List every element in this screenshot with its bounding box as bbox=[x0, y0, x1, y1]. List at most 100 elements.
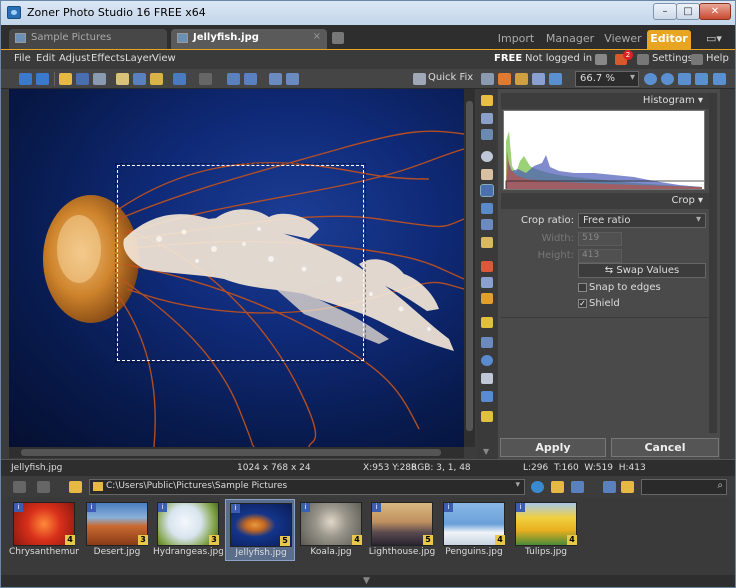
panel-scrollbar[interactable] bbox=[709, 93, 717, 433]
collapse-arrow-icon[interactable]: ▼ bbox=[363, 576, 370, 586]
nav-forward-icon[interactable] bbox=[37, 481, 50, 493]
chevron-down-icon[interactable]: ▼ bbox=[483, 447, 489, 456]
perspective-icon[interactable] bbox=[481, 219, 493, 230]
cancel-button[interactable]: Cancel bbox=[611, 438, 719, 457]
print-tool-icon[interactable] bbox=[481, 113, 493, 124]
shapes-icon[interactable] bbox=[481, 373, 493, 384]
scrollbar-thumb[interactable] bbox=[466, 101, 473, 431]
menu-edit[interactable]: Edit bbox=[36, 53, 55, 64]
folder-up-icon[interactable] bbox=[69, 481, 82, 493]
thumbnail-chrysanthemum[interactable]: i 4 Chrysanthemum... bbox=[9, 499, 79, 561]
crop-ratio-select[interactable]: Free ratio ▾ bbox=[578, 213, 706, 228]
height-field[interactable]: 413 bbox=[578, 249, 622, 263]
refresh-icon[interactable] bbox=[531, 481, 544, 493]
tab-jellyfish[interactable]: Jellyfish.jpg × bbox=[171, 29, 327, 49]
mode-tab-manager[interactable]: Manager bbox=[542, 30, 598, 49]
mode-tab-viewer[interactable]: Viewer bbox=[601, 30, 645, 49]
compare-icon[interactable] bbox=[286, 73, 299, 85]
back-arrow-icon[interactable] bbox=[19, 73, 32, 85]
print-icon[interactable] bbox=[93, 73, 106, 85]
brush-icon[interactable] bbox=[481, 317, 493, 328]
thumbnail-tulips[interactable]: i 4 Tulips.jpg bbox=[511, 499, 581, 561]
thumbnail-penguins[interactable]: i 4 Penguins.jpg bbox=[439, 499, 509, 561]
close-window-button[interactable]: ✕ bbox=[699, 3, 731, 20]
selection-icon[interactable] bbox=[481, 337, 493, 348]
vertical-scrollbar[interactable] bbox=[464, 89, 475, 447]
stamp-icon[interactable] bbox=[481, 293, 493, 304]
settings-button[interactable]: Settings bbox=[652, 53, 693, 64]
line-icon[interactable] bbox=[481, 391, 493, 402]
browse-folder-icon[interactable] bbox=[551, 481, 564, 493]
close-tab-icon[interactable]: × bbox=[313, 31, 321, 42]
filter-search-input[interactable]: ⌕ bbox=[641, 479, 727, 495]
zoom-in-icon[interactable] bbox=[644, 73, 657, 85]
scrollbar-thumb[interactable] bbox=[21, 449, 441, 456]
help-button[interactable]: Help bbox=[706, 53, 729, 64]
sharpen-icon[interactable] bbox=[532, 73, 545, 85]
forward-arrow-icon[interactable] bbox=[36, 73, 49, 85]
menu-view[interactable]: View bbox=[152, 53, 176, 64]
copy-icon[interactable] bbox=[133, 73, 146, 85]
snap-to-edges-checkbox[interactable] bbox=[578, 283, 587, 292]
menu-file[interactable]: File bbox=[14, 53, 31, 64]
fullscreen-icon[interactable] bbox=[713, 73, 726, 85]
paste-icon[interactable] bbox=[150, 73, 163, 85]
cart-icon[interactable] bbox=[595, 54, 607, 65]
layout-icon[interactable] bbox=[269, 73, 282, 85]
zoom-out-icon[interactable] bbox=[661, 73, 674, 85]
open-folder-icon[interactable] bbox=[59, 73, 72, 85]
path-field[interactable]: C:\Users\Public\Pictures\Sample Pictures… bbox=[89, 479, 525, 495]
menu-effects[interactable]: Effects bbox=[91, 53, 125, 64]
crop-selection[interactable] bbox=[115, 163, 366, 363]
cut-icon[interactable] bbox=[116, 73, 129, 85]
clone-icon[interactable] bbox=[481, 277, 493, 288]
thumbnail-lighthouse[interactable]: i 5 Lighthouse.jpg bbox=[367, 499, 437, 561]
crop-header[interactable]: Crop ▾ bbox=[501, 193, 709, 209]
redo-icon[interactable] bbox=[199, 73, 212, 85]
horizontal-scrollbar[interactable] bbox=[9, 447, 464, 458]
text-icon[interactable] bbox=[481, 411, 493, 422]
login-dropdown[interactable]: Not logged in ▾ bbox=[525, 53, 600, 64]
quick-fix-button[interactable]: Quick Fix bbox=[428, 72, 473, 83]
undo-icon[interactable] bbox=[173, 73, 186, 85]
color-icon[interactable] bbox=[498, 73, 511, 85]
lasso-icon[interactable] bbox=[481, 355, 493, 366]
hand-tool-icon[interactable] bbox=[481, 169, 493, 180]
zoom-tool-icon[interactable] bbox=[481, 151, 493, 162]
flip-icon[interactable] bbox=[244, 73, 257, 85]
mode-tab-import[interactable]: Import bbox=[491, 30, 541, 49]
save-tool-icon[interactable] bbox=[481, 129, 493, 140]
fit-window-icon[interactable] bbox=[678, 73, 691, 85]
swap-values-button[interactable]: ⇆ Swap Values bbox=[578, 263, 706, 278]
histogram-header[interactable]: Histogram ▾ bbox=[501, 93, 709, 109]
width-field[interactable]: 519 bbox=[578, 232, 622, 246]
image-canvas[interactable] bbox=[9, 89, 464, 447]
crop-tool-icon[interactable] bbox=[480, 184, 494, 197]
thumbnail-koala[interactable]: i 4 Koala.jpg bbox=[296, 499, 366, 561]
resize-icon[interactable] bbox=[481, 237, 493, 248]
view-mode-icon[interactable] bbox=[603, 481, 616, 493]
menu-layer[interactable]: Layer bbox=[125, 53, 153, 64]
sort-icon[interactable] bbox=[571, 481, 584, 493]
thumbnail-desert[interactable]: i 3 Desert.jpg bbox=[82, 499, 152, 561]
mode-tab-editor[interactable]: Editor bbox=[647, 30, 691, 49]
printer-icon[interactable] bbox=[481, 73, 494, 85]
maximize-button[interactable]: □ bbox=[676, 3, 700, 20]
thumbnail-hydrangeas[interactable]: i 3 Hydrangeas.jpg bbox=[153, 499, 223, 561]
thumbnail-jellyfish-selected[interactable]: i 5 Jellyfish.jpg bbox=[225, 499, 295, 561]
menu-adjust[interactable]: Adjust bbox=[59, 53, 90, 64]
zoom-select[interactable]: 66.7 % ▾ bbox=[575, 71, 639, 87]
monitor-icon[interactable]: ▭▾ bbox=[701, 30, 727, 49]
red-eye-icon[interactable] bbox=[481, 261, 493, 272]
new-folder-icon[interactable] bbox=[621, 481, 634, 493]
save-icon[interactable] bbox=[76, 73, 89, 85]
levels-icon[interactable] bbox=[515, 73, 528, 85]
actual-size-icon[interactable] bbox=[695, 73, 708, 85]
apply-button[interactable]: Apply bbox=[500, 438, 606, 457]
image-adjust-icon[interactable] bbox=[549, 73, 562, 85]
straighten-icon[interactable] bbox=[481, 203, 493, 214]
rotate-icon[interactable] bbox=[227, 73, 240, 85]
minimize-button[interactable]: – bbox=[653, 3, 677, 20]
new-tab-icon[interactable] bbox=[332, 32, 344, 44]
shield-checkbox[interactable]: ✓ bbox=[578, 299, 587, 308]
